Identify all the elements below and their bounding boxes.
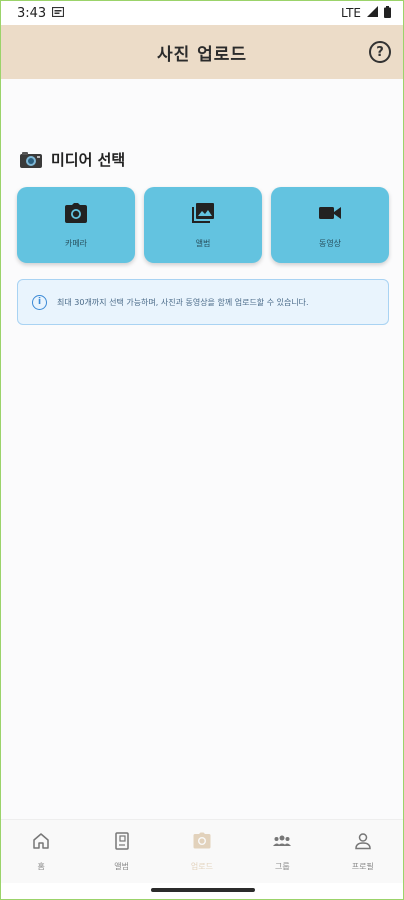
video-button[interactable]: 동영상 [271,187,389,263]
nav-label-group: 그룹 [274,862,290,871]
status-bar: 3:43 LTE [1,1,403,25]
nav-item-group[interactable]: 그룹 [247,831,317,872]
nav-item-album[interactable]: 앨범 [87,831,157,872]
person-icon [353,831,373,855]
info-notice: i 최대 30개까지 선택 가능하며, 사진과 동영상을 함께 업로드할 수 있… [17,279,389,325]
camera-button[interactable]: 카메라 [17,187,135,263]
question-circle-icon: ? [376,44,384,60]
page-title: 사진 업로드 [156,44,248,65]
camera-icon [64,202,88,228]
battery-icon [384,5,391,21]
section-title: 미디어 선택 [51,151,126,169]
nav-item-profile[interactable]: 프로필 [328,831,398,872]
camera-button-label: 카메라 [64,238,88,248]
nav-label-home: 홈 [37,862,45,871]
video-button-label: 동영상 [318,238,342,248]
media-button-row: 카메라 앨범 동영상 [17,187,389,263]
signal-icon [367,6,378,20]
gallery-icon [191,202,215,228]
nav-label-album: 앨범 [114,862,129,871]
nav-label-upload: 업로드 [190,862,214,871]
home-icon [31,831,51,855]
nav-item-home[interactable]: 홈 [6,831,76,872]
info-text: 최대 30개까지 선택 가능하며, 사진과 동영상을 함께 업로드할 수 있습니… [57,297,309,307]
book-icon [112,831,132,855]
help-button[interactable]: ? [369,41,391,63]
bottom-nav: 홈 앨범 업로드 그룹 프로필 [1,819,403,883]
group-icon [272,831,292,855]
gallery-button[interactable]: 앨범 [144,187,262,263]
status-time: 3:43 [17,5,47,21]
nav-item-upload[interactable]: 업로드 [167,831,237,872]
camera-icon [192,831,212,855]
nav-label-profile: 프로필 [351,862,374,871]
app-bar: 사진 업로드 ? [1,25,403,79]
main-content: 미디어 선택 카메라 앨범 동영상 i 최대 30개까지 선택 가능하며, 사진… [1,79,403,819]
video-camera-icon [318,202,342,228]
camera-emoji-icon [19,151,43,169]
notification-icon [52,6,65,21]
network-type: LTE [341,6,361,20]
section-header: 미디어 선택 [19,149,125,170]
gesture-bar[interactable] [151,888,255,892]
gallery-button-label: 앨범 [195,238,211,248]
info-icon: i [32,294,47,310]
